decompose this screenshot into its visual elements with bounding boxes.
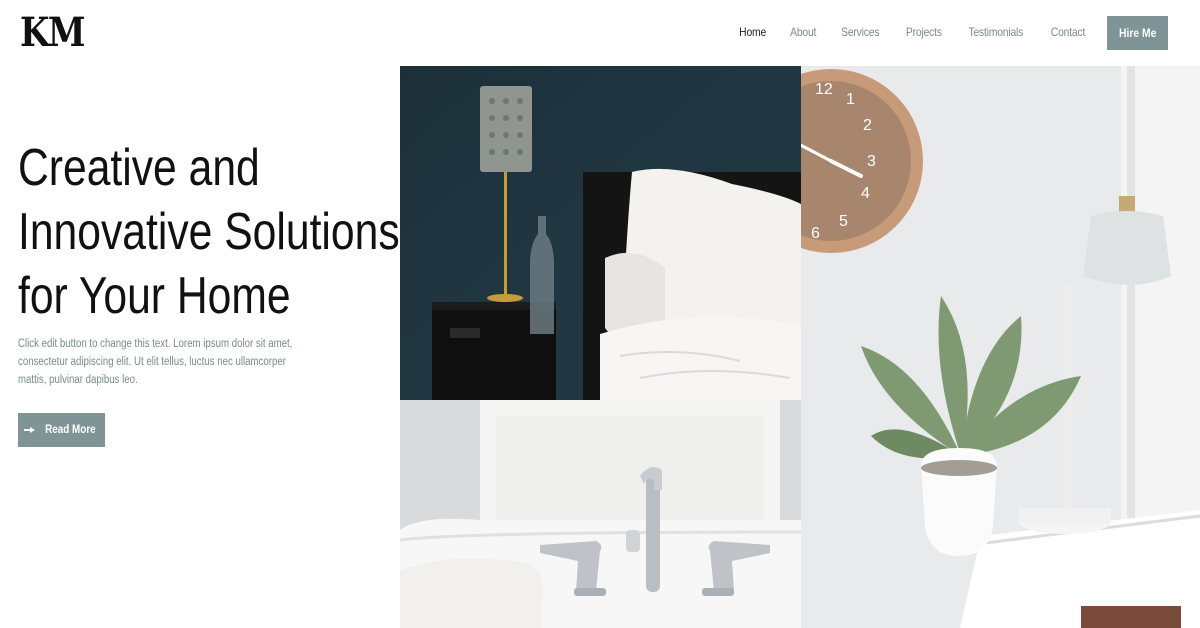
hero-title-line-3: for Your Home: [18, 267, 291, 325]
clock-number-6: 6: [811, 225, 820, 242]
logo-text: KM: [20, 9, 85, 56]
nav-about[interactable]: About: [790, 25, 816, 39]
main-nav: Home About Services Projects Testimonial…: [737, 25, 1088, 39]
hero-title-line-1: Creative and: [18, 139, 260, 197]
bedroom-illustration: [400, 66, 801, 400]
bedroom-photo: [400, 66, 801, 400]
clock-number-3: 3: [867, 153, 876, 170]
site-logo[interactable]: KM: [20, 12, 85, 54]
bathroom-illustration: [400, 400, 801, 628]
clock-number-2: 2: [863, 117, 872, 134]
bathroom-photo: [400, 400, 801, 628]
nav-projects[interactable]: Projects: [906, 25, 942, 39]
nav-services[interactable]: Services: [841, 25, 879, 39]
nav-testimonials[interactable]: Testimonials: [969, 25, 1024, 39]
nav-home[interactable]: Home: [739, 25, 766, 39]
hero-title-line-2: Innovative Solutions: [18, 203, 400, 261]
hire-me-label: Hire Me: [1118, 26, 1157, 40]
clock-number-12: 12: [815, 81, 833, 98]
hero-description: Click edit button to change this text. L…: [18, 338, 293, 386]
hire-me-button[interactable]: Hire Me: [1107, 16, 1168, 50]
read-more-label: Read More: [44, 424, 96, 436]
hero-title: Creative and Innovative Solutions for Yo…: [18, 136, 400, 328]
clock-number-4: 4: [861, 185, 870, 202]
read-more-button[interactable]: Read More: [18, 413, 105, 447]
nav-contact[interactable]: Contact: [1051, 25, 1086, 39]
plant-lamp-illustration: 12 1 2 3 4 5 6: [801, 66, 1200, 628]
arrow-right-icon: [23, 426, 35, 434]
clock-number-1: 1: [846, 91, 855, 108]
clock-number-5: 5: [839, 213, 848, 230]
plant-lamp-photo: 12 1 2 3 4 5 6: [801, 66, 1200, 628]
